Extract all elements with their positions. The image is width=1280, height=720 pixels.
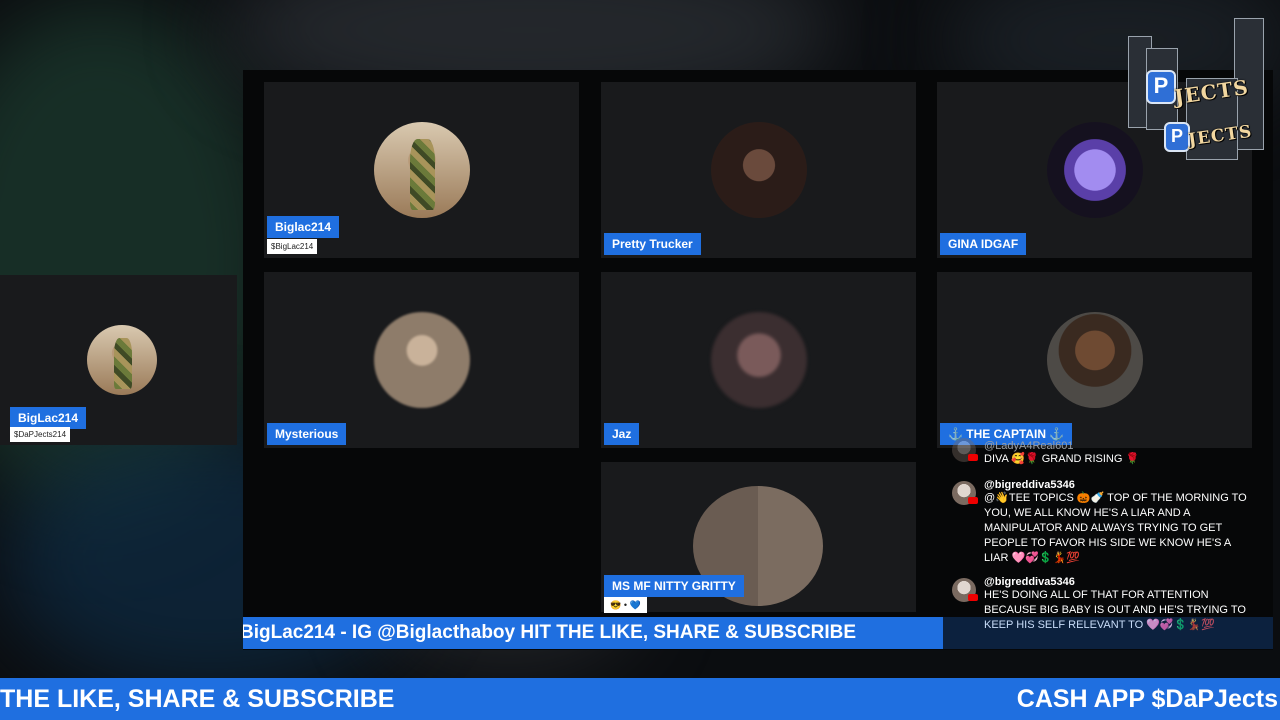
logo-p-badge: P — [1164, 122, 1190, 152]
participant-name: Biglac214 — [267, 216, 340, 238]
chat-message: @bigreddiva5346 @👋TEE TOPICS 🎃🍼 TOP OF T… — [952, 479, 1252, 566]
chat-author: @bigreddiva5346 — [984, 576, 1075, 588]
channel-logo: P JECTS P JECTS — [1126, 18, 1266, 160]
participant-tile[interactable]: ⚓ THE CAPTAIN ⚓ — [937, 272, 1252, 448]
host-avatar — [87, 325, 157, 395]
scrolling-ticker: BigLac214 - IG @Biglacthaboy HIT THE LIK… — [243, 617, 943, 649]
avatar — [711, 122, 807, 218]
avatar — [1047, 312, 1143, 408]
participant-tile[interactable]: Jaz — [601, 272, 916, 448]
reaction-tag: 😎 • 💙 — [604, 597, 647, 613]
host-preview-tile[interactable]: BigLac214 $DaPJects214 — [0, 275, 237, 445]
youtube-icon — [968, 594, 978, 601]
host-handle-tag: $DaPJects214 — [10, 427, 71, 442]
ticker-text: BigLac214 - IG @Biglacthaboy HIT THE LIK… — [243, 622, 857, 643]
live-chat: @LadyA4Real601 DIVA 🥰🌹 GRAND RISING 🌹 @b… — [952, 438, 1252, 643]
chat-message: @LadyA4Real601 DIVA 🥰🌹 GRAND RISING 🌹 — [952, 438, 1252, 467]
participant-name: Jaz — [604, 423, 640, 445]
participant-handle: $BigLac214 — [267, 239, 318, 254]
youtube-icon — [968, 454, 978, 461]
ticker-extension — [943, 617, 1273, 649]
participant-tile[interactable]: Mysterious — [264, 272, 579, 448]
banner-left-text: THE LIKE, SHARE & SUBSCRIBE — [0, 685, 395, 713]
avatar — [711, 312, 807, 408]
logo-p-badge: P — [1146, 70, 1176, 104]
participant-tile[interactable]: MS MF NITTY GRITTY — [601, 462, 916, 612]
bottom-banner: THE LIKE, SHARE & SUBSCRIBE CASH APP $Da… — [0, 678, 1280, 720]
banner-right-text: CASH APP $DaPJects — [1016, 685, 1278, 713]
participant-name: GINA IDGAF — [940, 233, 1027, 255]
avatar — [374, 312, 470, 408]
chat-author: @bigreddiva5346 — [984, 479, 1075, 491]
chat-text: @👋TEE TOPICS 🎃🍼 TOP OF THE MORNING TO YO… — [984, 492, 1247, 564]
participant-name: Mysterious — [267, 423, 347, 445]
chat-text: DIVA 🥰🌹 GRAND RISING 🌹 — [984, 453, 1140, 465]
participant-tile[interactable]: Pretty Trucker — [601, 82, 916, 258]
avatar — [374, 122, 470, 218]
participant-tile[interactable]: Biglac214 $BigLac214 — [264, 82, 579, 258]
youtube-icon — [968, 497, 978, 504]
host-name-tag: BigLac214 — [10, 407, 87, 429]
participant-name: MS MF NITTY GRITTY — [604, 575, 744, 597]
chat-author: @LadyA4Real601 — [984, 440, 1074, 452]
participant-name: Pretty Trucker — [604, 233, 701, 255]
